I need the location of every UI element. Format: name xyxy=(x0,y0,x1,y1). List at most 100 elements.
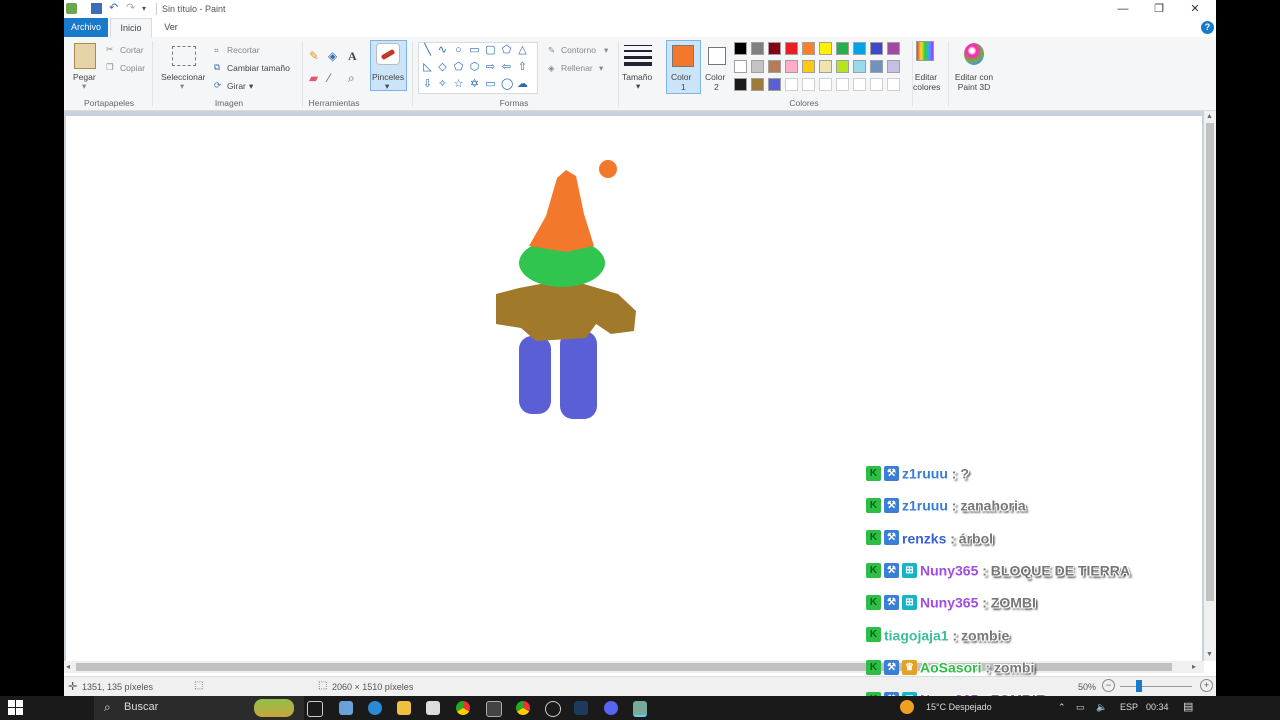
help-icon[interactable]: ? xyxy=(1201,21,1214,34)
tab-archivo[interactable]: Archivo xyxy=(64,18,108,37)
magnifier-icon[interactable]: ⌕ xyxy=(348,71,355,86)
pentagon-shape-icon[interactable]: ⬠ xyxy=(453,62,464,73)
discord-icon[interactable] xyxy=(604,701,618,715)
obs-icon[interactable] xyxy=(545,701,561,717)
fill-bucket-icon[interactable]: ◈ xyxy=(328,49,337,63)
line-shape-icon[interactable]: ╲ xyxy=(422,45,433,56)
curve-shape-icon[interactable]: ∿ xyxy=(437,45,448,56)
palette-swatch[interactable] xyxy=(887,42,900,55)
scroll-left-icon[interactable]: ◂ xyxy=(66,662,70,671)
maximize-button[interactable]: ❐ xyxy=(1144,2,1174,16)
palette-swatch[interactable] xyxy=(734,42,747,55)
resize-button[interactable]: Cambiar tamaño xyxy=(227,63,290,73)
palette-swatch[interactable] xyxy=(751,60,764,73)
rotate-dropdown-icon[interactable]: ▾ xyxy=(249,81,253,92)
oval-shape-icon[interactable]: ○ xyxy=(453,45,464,56)
edit-colors-icon[interactable] xyxy=(916,41,934,61)
rectangle-shape-icon[interactable]: ▭ xyxy=(469,45,480,56)
select-icon[interactable] xyxy=(172,46,196,66)
customize-qat-icon[interactable]: ▾ xyxy=(142,3,153,14)
task-view-icon[interactable] xyxy=(307,701,323,717)
color-picker-icon[interactable]: ⁄ xyxy=(328,71,330,85)
terminal-icon[interactable] xyxy=(486,701,502,717)
taskbar-search-box[interactable]: ⌕ Buscar xyxy=(94,696,304,720)
tray-chevron-icon[interactable]: ⌃ xyxy=(1058,702,1066,713)
four-point-star-shape-icon[interactable]: ✧ xyxy=(437,79,448,90)
scroll-up-icon[interactable]: ▲ xyxy=(1206,113,1213,120)
zoom-in-button[interactable]: + xyxy=(1200,679,1213,692)
polygon-shape-icon[interactable]: ⬠ xyxy=(501,45,512,56)
callout-rect-shape-icon[interactable]: ▭ xyxy=(485,79,496,90)
tab-ver[interactable]: Ver xyxy=(156,18,186,37)
triangle-shape-icon[interactable]: △ xyxy=(517,45,528,56)
rounded-rectangle-shape-icon[interactable]: ▢ xyxy=(485,45,496,56)
palette-swatch[interactable] xyxy=(768,42,781,55)
palette-swatch[interactable] xyxy=(819,78,832,91)
clock[interactable]: 00:34 xyxy=(1146,702,1169,712)
palette-swatch[interactable] xyxy=(887,60,900,73)
fill-chevron-icon[interactable]: ▾ xyxy=(599,63,603,74)
up-arrow-shape-icon[interactable]: ⇧ xyxy=(517,62,528,73)
vertical-scrollbar[interactable]: ▲ ▼ xyxy=(1204,111,1216,661)
callout-cloud-shape-icon[interactable]: ☁ xyxy=(517,79,528,90)
palette-swatch[interactable] xyxy=(751,78,764,91)
color2-label[interactable]: Color xyxy=(705,72,725,82)
pencil-icon[interactable]: ✎ xyxy=(309,49,319,63)
close-button[interactable]: ✕ xyxy=(1180,2,1210,16)
palette-swatch[interactable] xyxy=(785,42,798,55)
redo-icon[interactable]: ↷ xyxy=(126,3,137,14)
right-arrow-shape-icon[interactable]: ⇨ xyxy=(485,62,496,73)
palette-swatch[interactable] xyxy=(870,78,883,91)
minimize-button[interactable]: — xyxy=(1108,2,1138,16)
palette-swatch[interactable] xyxy=(887,78,900,91)
language-indicator[interactable]: ESP xyxy=(1120,702,1138,712)
eraser-icon[interactable]: ▰ xyxy=(309,71,318,85)
edit-with-paint3d-button[interactable]: Editar con Paint 3D xyxy=(952,72,996,92)
right-triangle-shape-icon[interactable]: ◺ xyxy=(422,62,433,73)
palette-swatch[interactable] xyxy=(853,60,866,73)
left-arrow-shape-icon[interactable]: ⇦ xyxy=(501,62,512,73)
chrome-icon[interactable] xyxy=(456,701,470,715)
notifications-icon[interactable]: ▤ xyxy=(1183,700,1193,713)
file-explorer-icon[interactable] xyxy=(397,701,411,715)
palette-swatch[interactable] xyxy=(819,60,832,73)
shapes-gallery[interactable]: ╲ ∿ ○ ▭ ▢ ⬠ △ ◺ ◇ ⬠ ⬡ ⇨ ⇦ ⇧ ⇩ ✧ ☆ ✡ ▭ ◯ … xyxy=(418,42,538,94)
rotate-button[interactable]: Girar xyxy=(227,81,246,91)
palette-swatch[interactable] xyxy=(785,78,798,91)
palette-swatch[interactable] xyxy=(836,78,849,91)
callout-oval-shape-icon[interactable]: ◯ xyxy=(501,79,513,90)
weather-text[interactable]: 15°C Despejado xyxy=(926,702,992,712)
palette-swatch[interactable] xyxy=(768,60,781,73)
six-point-star-shape-icon[interactable]: ✡ xyxy=(469,79,480,90)
palette-swatch[interactable] xyxy=(870,42,883,55)
volume-icon[interactable]: 🔈 xyxy=(1096,702,1107,713)
palette-swatch[interactable] xyxy=(734,60,747,73)
palette-swatch[interactable] xyxy=(768,78,781,91)
outline-dropdown[interactable]: Contorno xyxy=(561,45,596,55)
palette-swatch[interactable] xyxy=(751,42,764,55)
save-icon[interactable] xyxy=(91,3,102,14)
clipboard-icon[interactable] xyxy=(74,43,96,69)
diamond-shape-icon[interactable]: ◇ xyxy=(437,62,448,73)
scroll-down-icon[interactable]: ▼ xyxy=(1206,651,1213,658)
tab-inicio[interactable]: Inicio xyxy=(110,18,152,37)
hexagon-shape-icon[interactable]: ⬡ xyxy=(469,62,480,73)
store-icon[interactable] xyxy=(426,701,440,715)
fill-dropdown[interactable]: Rellenar xyxy=(561,63,593,73)
palette-swatch[interactable] xyxy=(785,60,798,73)
palette-swatch[interactable] xyxy=(836,60,849,73)
palette-swatch[interactable] xyxy=(802,60,815,73)
palette-swatch[interactable] xyxy=(870,60,883,73)
vertical-scroll-thumb[interactable] xyxy=(1206,123,1214,601)
five-point-star-shape-icon[interactable]: ☆ xyxy=(453,79,464,90)
down-arrow-shape-icon[interactable]: ⇩ xyxy=(422,79,433,90)
outline-chevron-icon[interactable]: ▾ xyxy=(604,45,608,56)
palette-swatch[interactable] xyxy=(802,78,815,91)
copy-button[interactable]: Copiar xyxy=(120,63,145,73)
palette-swatch[interactable] xyxy=(853,78,866,91)
text-tool-icon[interactable]: A xyxy=(348,49,357,64)
windows-start-icon[interactable] xyxy=(8,700,24,716)
edit-colors-button[interactable]: Editar colores xyxy=(913,72,940,92)
cut-button[interactable]: Cortar xyxy=(120,45,144,55)
size-dropdown-icon[interactable]: ▾ xyxy=(636,81,640,92)
